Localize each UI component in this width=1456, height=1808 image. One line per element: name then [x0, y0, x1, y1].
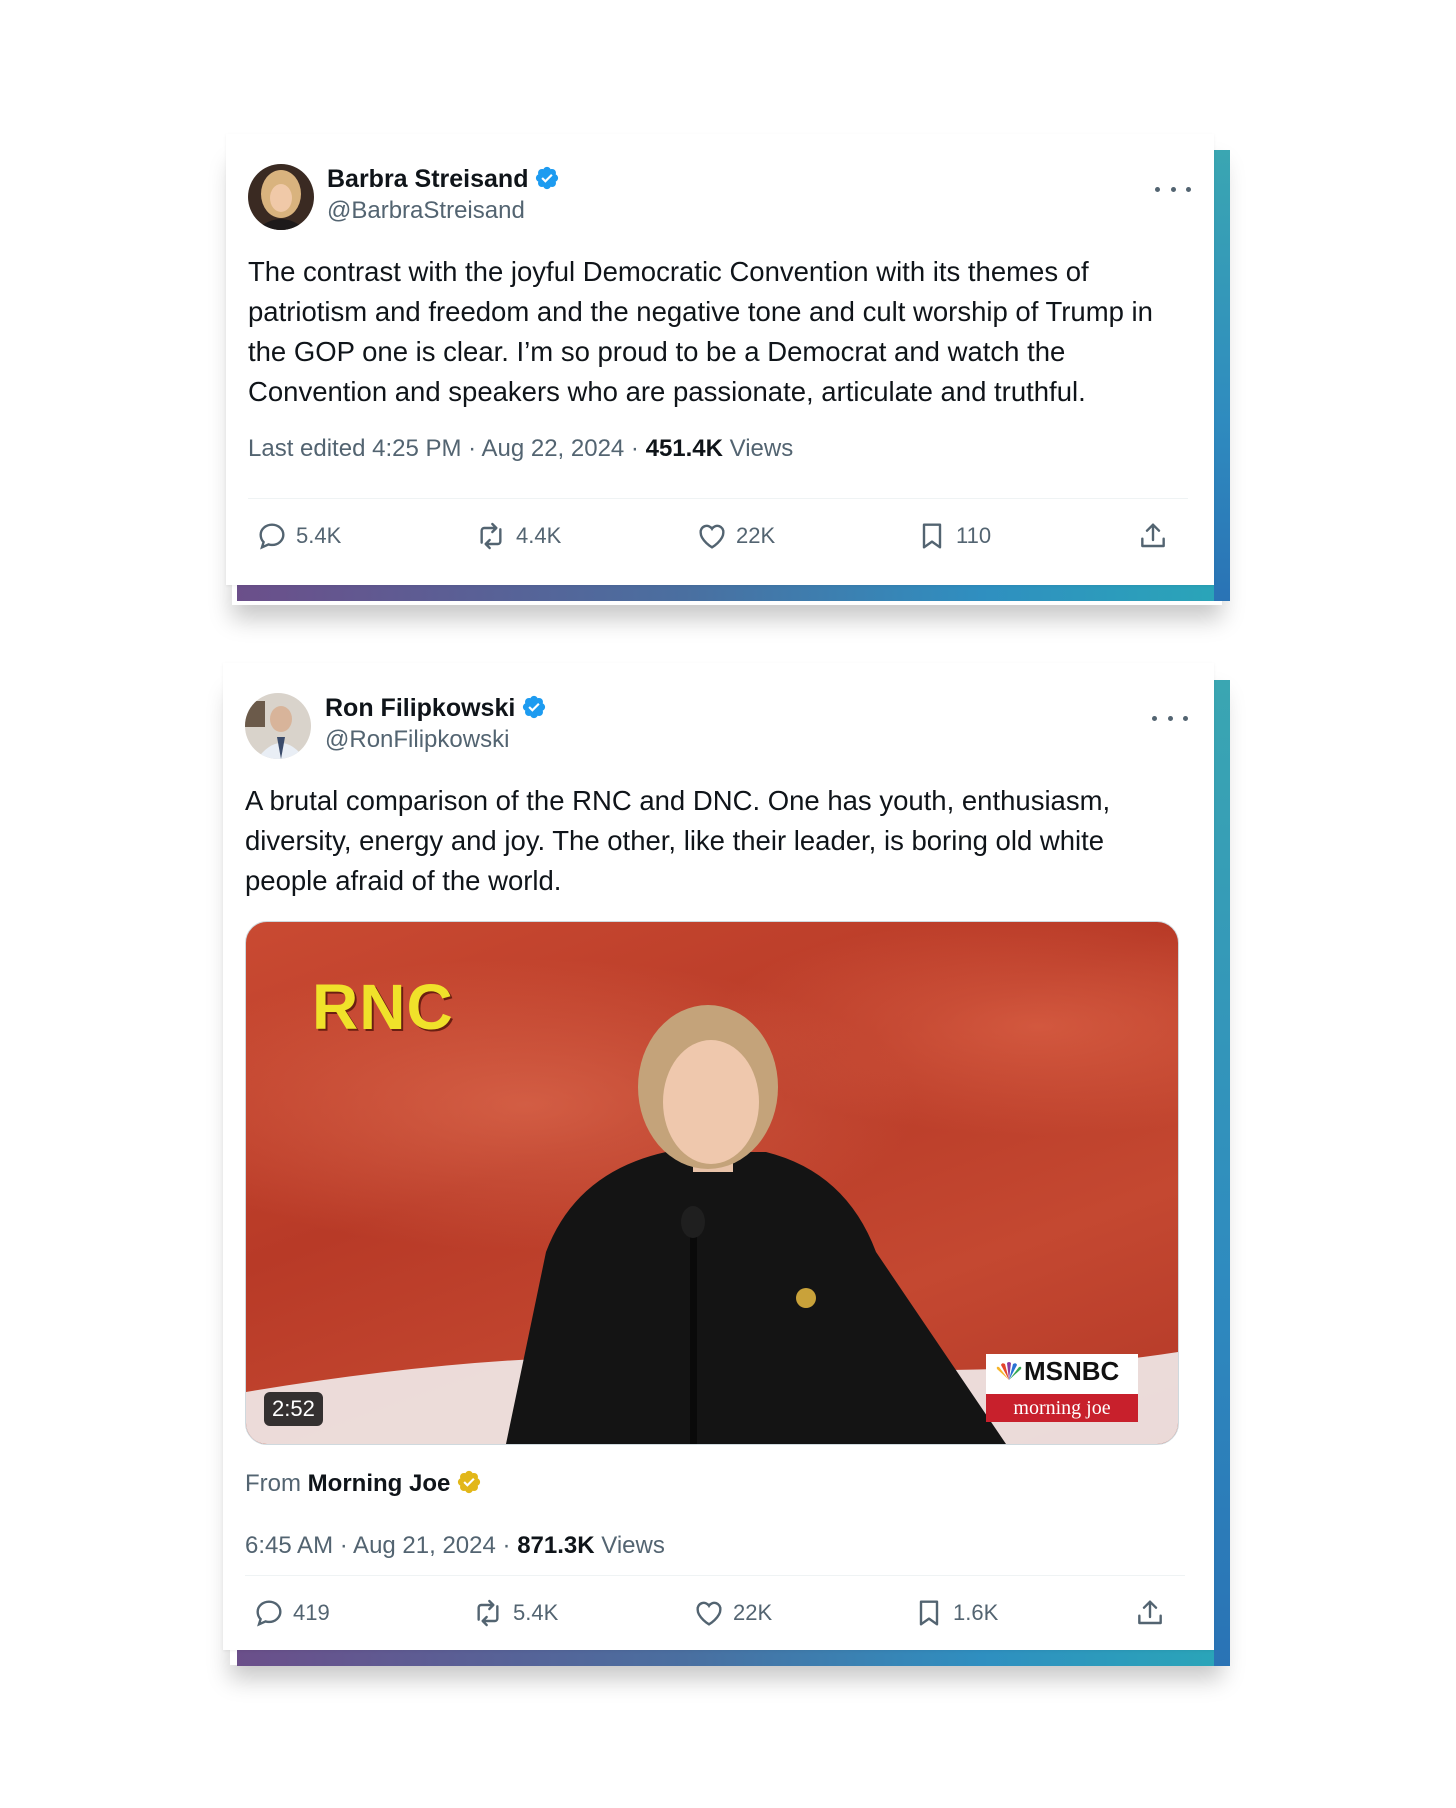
- handle[interactable]: @RonFilipkowski: [325, 725, 509, 755]
- repost-button[interactable]: 5.4K: [471, 1595, 558, 1631]
- accent-bar-right: [1214, 150, 1230, 601]
- tweet-text: A brutal comparison of the RNC and DNC. …: [245, 785, 1111, 896]
- share-button[interactable]: [1134, 1595, 1174, 1631]
- network-logo: MSNBC morning joe: [986, 1354, 1138, 1422]
- reply-icon: [259, 523, 285, 550]
- bookmark-icon: [919, 1600, 939, 1626]
- bookmark-button[interactable]: 110: [916, 518, 991, 554]
- share-icon: [1138, 1600, 1162, 1625]
- show-name: morning joe: [986, 1394, 1138, 1422]
- tweet-meta: Last edited 4:25 PM · Aug 22, 2024 · 451…: [248, 435, 794, 462]
- verified-gold-badge-icon: [458, 1470, 481, 1494]
- handle[interactable]: @BarbraStreisand: [327, 196, 525, 226]
- share-icon: [1141, 523, 1165, 548]
- like-button[interactable]: 22K: [696, 518, 775, 554]
- repost-icon: [480, 522, 502, 550]
- repost-icon: [477, 1599, 499, 1627]
- divider: [248, 498, 1188, 499]
- tweet-text: The contrast with the joyful Democratic …: [248, 256, 1153, 407]
- verified-badge-icon: [523, 695, 546, 719]
- accent-bar-bottom: [237, 585, 1230, 601]
- bookmark-button[interactable]: 1.6K: [913, 1595, 998, 1631]
- divider: [245, 1575, 1185, 1576]
- tweet-meta: 6:45 AM · Aug 21, 2024 · 871.3K Views: [245, 1532, 665, 1559]
- verified-badge-icon: [536, 166, 559, 190]
- more-icon[interactable]: [1152, 708, 1188, 728]
- media-source[interactable]: From Morning Joe: [245, 1469, 482, 1499]
- accent-bar-bottom: [237, 1650, 1230, 1666]
- avatar[interactable]: [248, 164, 314, 230]
- more-icon[interactable]: [1155, 179, 1191, 199]
- bookmark-icon: [922, 523, 942, 549]
- avatar[interactable]: [245, 693, 311, 759]
- tweet-card: Ron Filipkowski @RonFilipkowski A brutal…: [223, 663, 1214, 1650]
- like-icon: [696, 1601, 722, 1626]
- tweet-card: Barbra Streisand @BarbraStreisand The co…: [226, 134, 1214, 585]
- reply-button[interactable]: 5.4K: [256, 518, 341, 554]
- reply-icon: [256, 1600, 282, 1627]
- views-count: 451.4K: [645, 435, 723, 462]
- like-icon: [699, 524, 725, 549]
- like-button[interactable]: 22K: [693, 1595, 772, 1631]
- views-count: 871.3K: [517, 1532, 595, 1559]
- peacock-icon: [996, 1362, 1022, 1380]
- display-name[interactable]: Ron Filipkowski: [325, 693, 547, 723]
- display-name[interactable]: Barbra Streisand: [327, 164, 560, 194]
- video-player[interactable]: RNC 2:52 MSNBC morning joe: [245, 921, 1179, 1445]
- video-duration: 2:52: [264, 1392, 323, 1426]
- reply-button[interactable]: 419: [253, 1595, 330, 1631]
- accent-bar-right: [1214, 680, 1230, 1666]
- repost-button[interactable]: 4.4K: [474, 518, 561, 554]
- share-button[interactable]: [1137, 518, 1177, 554]
